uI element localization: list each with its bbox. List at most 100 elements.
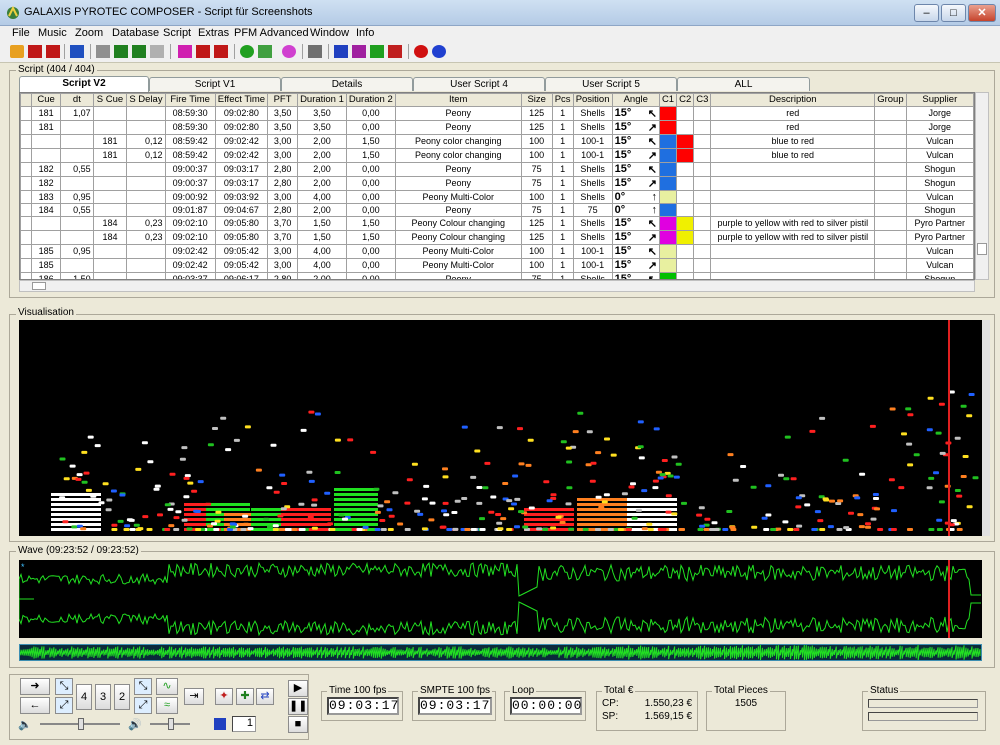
cell-c3[interactable] (693, 133, 712, 149)
cell-c1[interactable] (658, 161, 678, 177)
cell-group[interactable] (874, 161, 907, 177)
cell-size[interactable]: 125 (520, 215, 553, 231)
cell-cue[interactable]: 186 (31, 271, 62, 279)
cell-pcs[interactable]: 1 (551, 105, 574, 121)
cell-s-delay[interactable]: 0,12 (126, 147, 166, 163)
cell-fire-time[interactable]: 09:02:42 (164, 243, 216, 259)
waveform-canvas[interactable]: * (19, 560, 982, 638)
cell-group[interactable] (874, 271, 907, 279)
menu-info[interactable]: Info (356, 27, 374, 39)
cell-position[interactable]: Shells (572, 229, 613, 245)
cell-effect-time[interactable]: 09:04:67 (214, 202, 269, 217)
cell-c1[interactable] (658, 229, 678, 245)
cell-c1[interactable] (658, 119, 678, 135)
open-script-icon[interactable] (178, 45, 192, 58)
minimize-button[interactable]: – (914, 4, 939, 22)
cell-group[interactable] (874, 189, 907, 204)
cell-duration-1[interactable]: 1,50 (297, 215, 347, 231)
cell-s-cue[interactable]: 184 (92, 215, 128, 231)
cell-c2[interactable] (676, 119, 695, 135)
tab-details[interactable]: Details (281, 77, 413, 91)
cell-s-delay[interactable] (126, 243, 166, 259)
cell-fire-time[interactable]: 09:02:10 (164, 215, 216, 231)
cell-dt[interactable] (60, 119, 94, 135)
cell-dt[interactable] (60, 257, 94, 273)
cell-supplier[interactable]: Vulcan (905, 243, 974, 259)
cell-fire-time[interactable]: 09:02:10 (164, 229, 216, 245)
row-indicator[interactable] (20, 105, 33, 121)
col-duration-2[interactable]: Duration 2 (345, 93, 396, 107)
cell-s-cue[interactable] (92, 175, 128, 191)
table-row[interactable]: 184 0,23 09:02:10 09:05:80 3,70 1,50 1,50 Peony… (20, 229, 974, 245)
cell-size[interactable]: 100 (520, 257, 553, 273)
cell-c2[interactable] (676, 243, 695, 259)
cell-description[interactable]: purple to yellow with red to silver pist… (710, 229, 876, 245)
cell-position[interactable]: Shells (572, 161, 613, 177)
cell-duration-2[interactable]: 1,50 (345, 229, 396, 245)
table-row[interactable]: 181 0,12 08:59:42 09:02:42 3,00 2,00 1,50 Peony… (20, 147, 974, 163)
cell-angle[interactable]: 15° ↗ (611, 147, 660, 163)
cell-pcs[interactable]: 1 (551, 243, 574, 259)
cell-c1[interactable] (658, 243, 678, 259)
cell-fire-time[interactable]: 09:00:37 (164, 175, 216, 191)
cell-c2[interactable] (676, 133, 695, 149)
cell-duration-2[interactable]: 1,50 (345, 133, 396, 149)
table-row[interactable]: 185 0,95 09:02:42 09:05:42 3,00 4,00 0,00 Peony… (20, 243, 974, 259)
galaxis-icon[interactable] (432, 45, 446, 58)
cell-pft[interactable]: 2,80 (267, 175, 299, 191)
cell-s-cue[interactable]: 181 (92, 147, 128, 163)
cell-pft[interactable]: 3,50 (267, 119, 299, 135)
cell-c2[interactable] (676, 271, 695, 279)
cell-supplier[interactable]: Shogun (905, 271, 974, 279)
maximize-button[interactable]: □ (941, 4, 966, 22)
cell-s-delay[interactable] (126, 202, 166, 217)
cell-position[interactable]: Shells (572, 271, 613, 279)
cell-description[interactable]: blue to red (710, 133, 876, 149)
cell-c3[interactable] (693, 105, 712, 121)
col-fire-time[interactable]: Fire Time (164, 93, 216, 107)
cell-item[interactable]: Peony Multi-Color (394, 243, 522, 259)
cell-supplier[interactable]: Pyro Partner (905, 229, 974, 245)
cell-angle[interactable]: 15° ↗ (611, 119, 660, 135)
cell-pft[interactable]: 3,50 (267, 105, 299, 121)
col-c2[interactable]: C2 (676, 93, 695, 107)
cell-pft[interactable]: 3,00 (267, 133, 299, 149)
row-indicator[interactable] (20, 189, 33, 204)
cell-s-cue[interactable]: 181 (92, 133, 128, 149)
step-back-button[interactable]: ← (20, 697, 50, 714)
cell-supplier[interactable]: Shogun (905, 175, 974, 191)
cell-description[interactable] (710, 257, 876, 273)
fire-icon[interactable]: ✦ (215, 688, 233, 705)
wave-shrink-icon[interactable]: ≈ (156, 697, 178, 714)
zoom-out-tool-icon[interactable]: ⤢ (55, 697, 73, 714)
cell-item[interactable]: Peony (394, 202, 522, 217)
cell-c1[interactable] (658, 189, 678, 204)
cell-dt[interactable]: 0,95 (60, 243, 94, 259)
cell-fire-time[interactable]: 09:00:92 (164, 189, 216, 204)
open-db-icon[interactable] (96, 45, 110, 58)
cell-size[interactable]: 100 (520, 147, 553, 163)
cell-group[interactable] (874, 202, 907, 217)
cell-description[interactable] (710, 189, 876, 204)
cell-item[interactable]: Peony Multi-Color (394, 189, 522, 204)
search-pfm-icon[interactable] (282, 45, 296, 58)
cell-angle[interactable]: 15° ↖ (611, 243, 660, 259)
cell-cue[interactable]: 185 (31, 243, 62, 259)
table-row[interactable]: 182 09:00:37 09:03:17 2,80 2,00 0,00 Peony 75 1 S… (20, 175, 974, 191)
cell-angle[interactable]: 15° ↖ (611, 271, 660, 279)
cell-effect-time[interactable]: 09:02:42 (214, 133, 269, 149)
cell-c2[interactable] (676, 229, 695, 245)
cell-item[interactable]: Peony (394, 271, 522, 279)
col-group[interactable]: Group (874, 93, 907, 107)
wave-zoom-icon[interactable]: ∿ (156, 678, 178, 695)
cell-pft[interactable]: 3,70 (267, 229, 299, 245)
cell-angle[interactable]: 15° ↖ (611, 161, 660, 177)
cell-duration-2[interactable]: 0,00 (345, 161, 396, 177)
col-c1[interactable]: C1 (658, 93, 678, 107)
cell-angle[interactable]: 0° ↑ (611, 189, 660, 204)
cell-angle[interactable]: 0° ↑ (611, 202, 660, 217)
save-script-as-icon[interactable] (214, 45, 228, 58)
cell-fire-time[interactable]: 08:59:42 (164, 147, 216, 163)
open-folder-icon[interactable] (10, 45, 24, 58)
cell-s-delay[interactable]: 0,23 (126, 215, 166, 231)
